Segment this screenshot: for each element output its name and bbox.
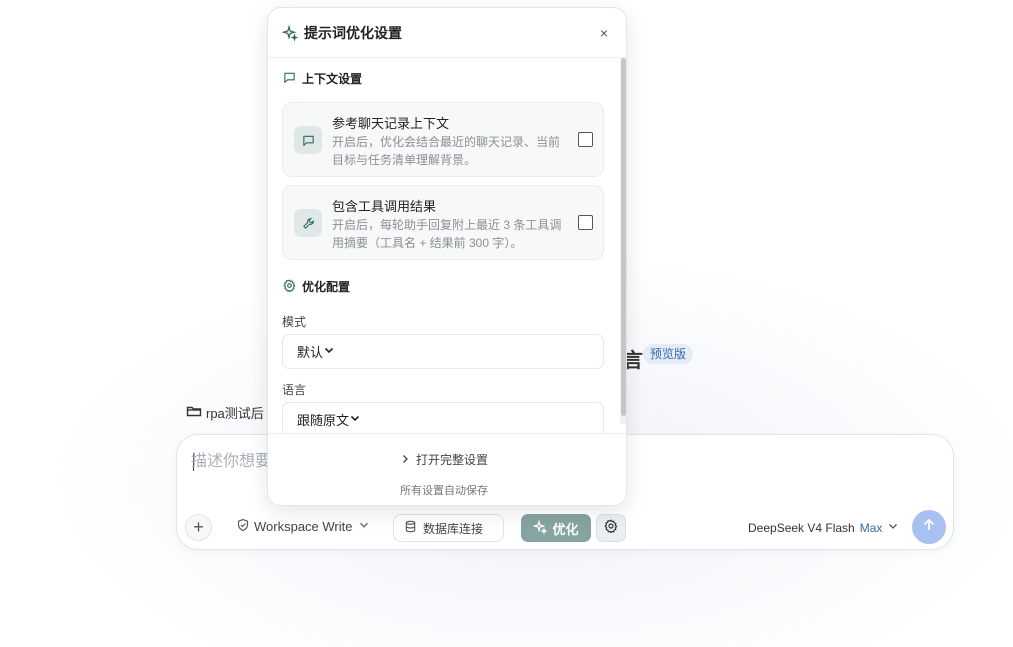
workspace-mode-label: Workspace Write (254, 519, 353, 534)
chevron-down-icon (887, 520, 899, 535)
gear-icon (283, 278, 296, 295)
popup-body: 上下文设置 参考聊天记录上下文 开启后，优化会结合最近的聊天记录、当前目标与任务… (268, 58, 620, 433)
optimize-label: 优化 (552, 521, 579, 537)
optimize-section-heading: 优化配置 (268, 278, 350, 295)
card-title: 包含工具调用结果 (332, 199, 437, 214)
workspace-mode-dropdown[interactable]: Workspace Write (236, 518, 371, 535)
tool-results-checkbox[interactable] (578, 215, 593, 230)
optimize-settings-button[interactable] (596, 514, 626, 542)
shield-icon (236, 518, 250, 535)
popup-footer: 打开完整设置 所有设置自动保存 (268, 433, 626, 505)
folder-label: rpa测试后 (206, 406, 264, 421)
sparkle-icon (281, 24, 299, 42)
model-tier: Max (859, 520, 883, 535)
autosave-note: 所有设置自动保存 (400, 485, 488, 497)
card-title: 参考聊天记录上下文 (332, 116, 450, 131)
open-full-settings-link[interactable]: 打开完整设置 (268, 451, 620, 468)
database-icon (404, 520, 417, 536)
context-section-heading: 上下文设置 (268, 70, 362, 87)
add-attachment-button[interactable]: + (185, 514, 212, 541)
database-connect-button[interactable]: 数据库连接 (393, 514, 504, 542)
model-selector[interactable]: DeepSeek V4 Flash Max (748, 520, 899, 535)
chat-bubble-icon (283, 71, 296, 87)
chevron-down-icon (349, 412, 361, 427)
chat-bubble-icon (294, 126, 322, 154)
language-select[interactable]: 跟随原文 (282, 402, 604, 433)
sparkle-icon (532, 518, 549, 537)
chevron-down-icon (357, 518, 371, 535)
card-description: 开启后，优化会结合最近的聊天记录、当前目标与任务清单理解背景。 (332, 135, 561, 167)
arrow-up-icon (921, 517, 937, 538)
wrench-icon (294, 209, 322, 237)
context-section-title: 上下文设置 (302, 72, 363, 86)
close-icon[interactable]: × (596, 25, 612, 41)
language-label: 语言 (282, 383, 307, 397)
context-card-tool-results[interactable]: 包含工具调用结果 开启后，每轮助手回复附上最近 3 条工具调用摘要（工具名 + … (282, 185, 604, 260)
optimize-section-title: 优化配置 (302, 280, 351, 294)
context-card-chat-history[interactable]: 参考聊天记录上下文 开启后，优化会结合最近的聊天记录、当前目标与任务清单理解背景… (282, 102, 604, 177)
chevron-right-icon (400, 453, 410, 467)
prompt-optimize-settings-popup: 提示词优化设置 × 上下文设置 参考聊天记录上下文 开启后，优化会结合最近的聊天… (267, 7, 627, 506)
open-full-settings-label: 打开完整设置 (415, 453, 488, 467)
popup-header: 提示词优化设置 × (268, 8, 626, 58)
popup-scrollbar[interactable] (620, 58, 626, 424)
preview-badge: 预览版 (643, 344, 694, 364)
mode-select[interactable]: 默认 (282, 334, 604, 369)
mode-label: 模式 (282, 315, 307, 329)
scrollbar-thumb[interactable] (621, 58, 626, 416)
optimize-button[interactable]: 优化 (521, 514, 591, 542)
language-value: 跟随原文 (297, 413, 350, 428)
folder-chip[interactable]: rpa测试后 (186, 403, 264, 422)
chat-history-checkbox[interactable] (578, 132, 593, 147)
chevron-down-icon (323, 344, 335, 359)
gear-icon (604, 518, 618, 538)
folder-icon (186, 403, 202, 422)
mode-value: 默认 (297, 345, 324, 360)
card-description: 开启后，每轮助手回复附上最近 3 条工具调用摘要（工具名 + 结果前 300 字… (332, 218, 562, 250)
model-name: DeepSeek V4 Flash (748, 520, 855, 535)
database-connect-label: 数据库连接 (423, 521, 484, 536)
send-button[interactable] (912, 510, 946, 544)
popup-title: 提示词优化设置 (304, 24, 402, 41)
